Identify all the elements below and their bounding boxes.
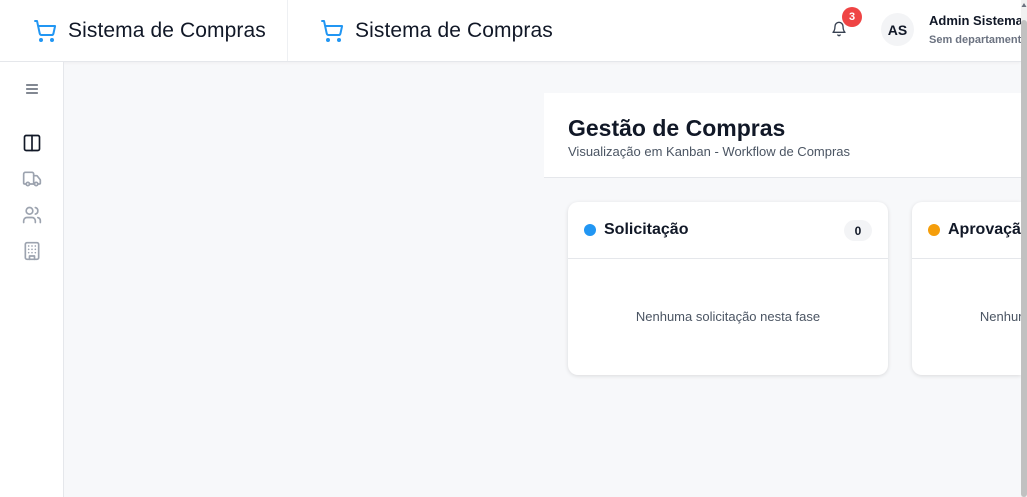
brand-title-secondary: Sistema de Compras — [355, 18, 553, 42]
user-department: Sem departamento — [929, 34, 1027, 46]
status-dot — [928, 224, 940, 236]
kanban-board-icon — [23, 134, 41, 152]
user-avatar[interactable]: AS — [881, 13, 914, 46]
kanban-column-title: Solicitação — [604, 221, 689, 238]
kanban-column-title: Aprovação — [948, 221, 1021, 238]
sidebar-item-companies[interactable] — [20, 239, 44, 263]
top-header: Sistema de Compras Sistema de Compras 3 … — [0, 0, 1027, 62]
vertical-scrollbar-thumb[interactable] — [1021, 20, 1027, 497]
empty-state-text: Nenhuma solicitação nesta fase — [635, 309, 821, 324]
header-divider — [287, 0, 288, 61]
status-dot — [584, 224, 596, 236]
kanban-column-solicitacao: Solicitação 0 Nenhuma solicitação nesta … — [568, 202, 888, 375]
app-root: Sistema de Compras Sistema de Compras 3 … — [0, 0, 1027, 497]
page-subtitle: Visualização em Kanban - Workflow de Com… — [568, 144, 851, 159]
sidebar-item-suppliers[interactable] — [20, 167, 44, 191]
sidebar-item-users[interactable] — [20, 203, 44, 227]
sidebar-toggle-button[interactable] — [20, 77, 44, 101]
shopping-cart-icon — [34, 19, 57, 42]
brand-logo-secondary[interactable]: Sistema de Compras — [320, 0, 553, 61]
page-header: Gestão de Compras Visualização em Kanban… — [544, 93, 1021, 178]
sidebar-item-kanban[interactable] — [20, 131, 44, 155]
scroll-up-arrow-icon[interactable] — [1021, 2, 1027, 12]
brand-logo-primary[interactable]: Sistema de Compras — [33, 0, 266, 61]
sidebar — [0, 62, 64, 497]
kanban-column-aprovacao: Aprovação Nenhuma solicitação nesta fase — [912, 202, 1021, 375]
kanban-column-header: Aprovação — [912, 202, 1021, 259]
building-icon — [24, 241, 40, 261]
truck-icon — [22, 171, 42, 187]
scroll-up-triangle — [1021, 3, 1027, 7]
brand-title: Sistema de Compras — [68, 18, 266, 42]
kanban-column-header: Solicitação 0 — [568, 202, 888, 259]
menu-icon — [26, 84, 38, 94]
kanban-column-count: 0 — [844, 220, 872, 241]
page-title: Gestão de Compras — [568, 115, 786, 141]
users-icon — [22, 206, 42, 224]
notification-count-badge: 3 — [842, 7, 862, 27]
shopping-cart-icon — [321, 19, 344, 42]
empty-state-text: Nenhuma solicitação nesta fase — [979, 309, 1021, 324]
user-name[interactable]: Admin Sistema — [929, 13, 1023, 28]
